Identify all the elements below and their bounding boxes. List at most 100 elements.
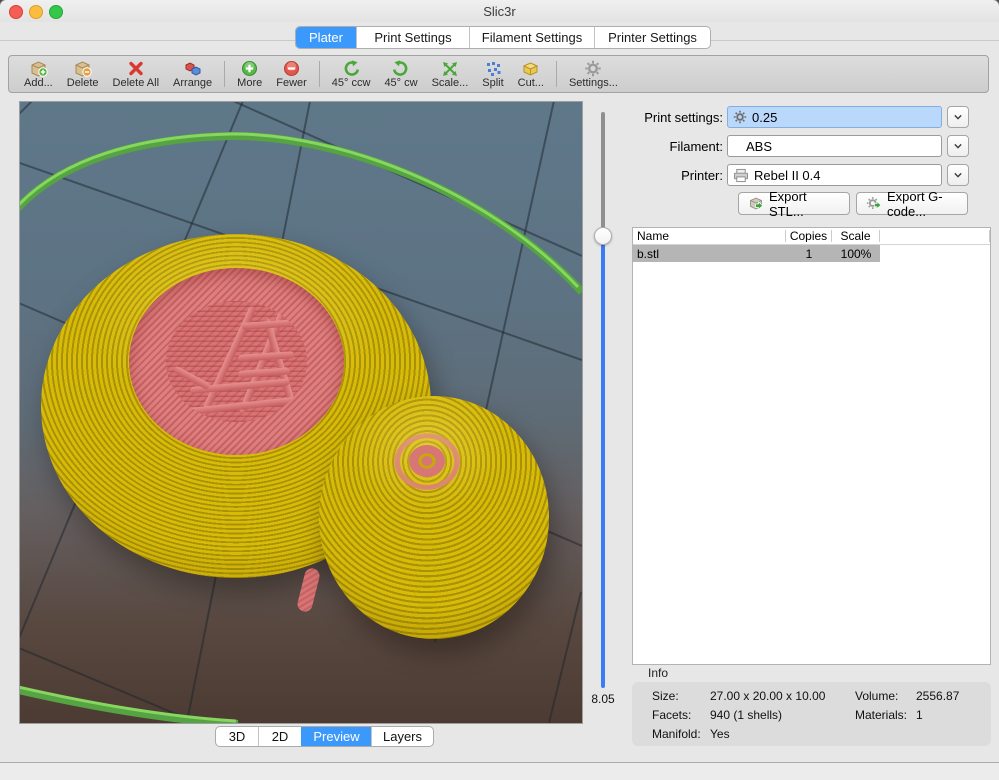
size-value: 27.00 x 20.00 x 10.00 [710, 689, 825, 703]
materials-label: Materials: [855, 708, 907, 722]
export-stl-button[interactable]: Export STL... [738, 192, 850, 215]
toolbar-label: Delete [67, 78, 99, 89]
tab-plater[interactable]: Plater [296, 27, 356, 48]
filament-dropdown-button[interactable] [947, 135, 969, 157]
add-button[interactable]: Add... [17, 57, 60, 91]
layer-slider-track-upper[interactable] [601, 112, 605, 229]
package-remove-icon [73, 60, 92, 77]
toolbar-separator [319, 61, 320, 87]
plater-3d-viewport[interactable] [19, 101, 583, 724]
info-section-title: Info [648, 666, 668, 680]
gear-icon [733, 110, 747, 124]
objects-table-header[interactable]: Name Copies Scale [633, 228, 990, 245]
export-gcode-label: Export G-code... [887, 189, 958, 219]
printer-label: Printer: [618, 168, 723, 183]
toolbar: Add... Delete Delete All Arrange More [8, 55, 989, 93]
chevron-down-icon [951, 110, 965, 124]
toolbar-label: Add... [24, 78, 53, 89]
cell-scale: 100% [832, 245, 880, 262]
print-settings-label: Print settings: [618, 110, 723, 125]
printer-value: Rebel II 0.4 [754, 168, 821, 183]
printer-dropdown-button[interactable] [947, 164, 969, 186]
model-large-infill-well [166, 301, 307, 422]
view-layers-button[interactable]: Layers [371, 727, 433, 746]
main-tabs: Plater Print Settings Filament Settings … [295, 26, 711, 49]
table-row[interactable]: b.stl 1 100% [633, 245, 990, 262]
filament-combo[interactable]: ABS [727, 135, 942, 157]
toolbar-label: Scale... [432, 78, 469, 89]
tab-print-settings[interactable]: Print Settings [356, 27, 469, 48]
toolbar-label: 45° cw [384, 78, 417, 89]
toolbar-separator [224, 61, 225, 87]
cell-name: b.stl [633, 245, 786, 262]
facets-label: Facets: [652, 708, 691, 722]
export-stl-label: Export STL... [769, 189, 840, 219]
slic3r-window: Slic3r Plater Print Settings Filament Se… [0, 0, 999, 780]
arrange-button[interactable]: Arrange [166, 57, 219, 91]
delete-button[interactable]: Delete [60, 57, 106, 91]
delete-all-button[interactable]: Delete All [106, 57, 166, 91]
export-gcode-button[interactable]: Export G-code... [856, 192, 968, 215]
toolbar-label: Split [482, 78, 503, 89]
settings-icon [584, 60, 602, 77]
split-button[interactable]: Split [475, 57, 510, 91]
view-preview-button[interactable]: Preview [301, 727, 371, 746]
print-settings-dropdown-button[interactable] [947, 106, 969, 128]
toolbar-label: Settings... [569, 78, 618, 89]
cut-button[interactable]: Cut... [511, 57, 551, 91]
layer-slider-track-lower[interactable] [601, 244, 605, 688]
column-header-scale[interactable]: Scale [832, 230, 880, 242]
cut-icon [521, 60, 540, 77]
view-mode-buttons: 3D 2D Preview Layers [215, 726, 434, 747]
objects-table[interactable]: Name Copies Scale b.stl 1 100% [632, 227, 991, 665]
model-small-infill-top [409, 445, 445, 477]
scale-button[interactable]: Scale... [425, 57, 476, 91]
column-header-copies[interactable]: Copies [786, 230, 832, 242]
manifold-value: Yes [710, 727, 730, 741]
status-bar [0, 762, 999, 780]
column-header-spacer [880, 230, 990, 242]
toolbar-label: Fewer [276, 78, 307, 89]
filament-label: Filament: [618, 139, 723, 154]
title-bar: Slic3r [0, 0, 999, 22]
split-icon [484, 60, 502, 77]
tab-filament-settings[interactable]: Filament Settings [469, 27, 594, 48]
size-label: Size: [652, 689, 679, 703]
chevron-down-icon [951, 139, 965, 153]
export-gcode-icon [866, 196, 882, 211]
rotate-cw-icon [392, 60, 410, 77]
model-small-dome[interactable] [319, 396, 549, 639]
printer-combo[interactable]: Rebel II 0.4 [727, 164, 942, 186]
volume-value: 2556.87 [916, 689, 959, 703]
view-3d-button[interactable]: 3D [216, 727, 258, 746]
facets-value: 940 (1 shells) [710, 708, 782, 722]
layer-slider-value: 8.05 [582, 692, 624, 706]
more-button[interactable]: More [230, 57, 269, 91]
cell-copies: 1 [786, 245, 832, 262]
tab-printer-settings[interactable]: Printer Settings [594, 27, 710, 48]
layer-slider-handle[interactable] [594, 227, 612, 245]
settings-button[interactable]: Settings... [562, 57, 625, 91]
column-header-name[interactable]: Name [633, 230, 786, 242]
chevron-down-icon [951, 168, 965, 182]
toolbar-label: Delete All [113, 78, 159, 89]
export-stl-icon [748, 196, 764, 211]
package-add-icon [29, 60, 48, 77]
rotate-ccw-icon [342, 60, 360, 77]
manifold-label: Manifold: [652, 727, 701, 741]
rotate-ccw-button[interactable]: 45° ccw [325, 57, 378, 91]
view-2d-button[interactable]: 2D [258, 727, 301, 746]
print-settings-combo[interactable]: 0.25 [727, 106, 942, 128]
more-icon [241, 60, 258, 77]
fewer-button[interactable]: Fewer [269, 57, 314, 91]
fewer-icon [283, 60, 300, 77]
model-large-infill-top [129, 268, 344, 455]
arrange-icon [184, 60, 202, 77]
rotate-cw-button[interactable]: 45° cw [377, 57, 424, 91]
scale-icon [441, 60, 459, 77]
toolbar-separator [556, 61, 557, 87]
print-settings-value: 0.25 [752, 110, 777, 125]
toolbar-label: More [237, 78, 262, 89]
toolbar-label: Cut... [518, 78, 544, 89]
printer-icon [733, 168, 749, 183]
